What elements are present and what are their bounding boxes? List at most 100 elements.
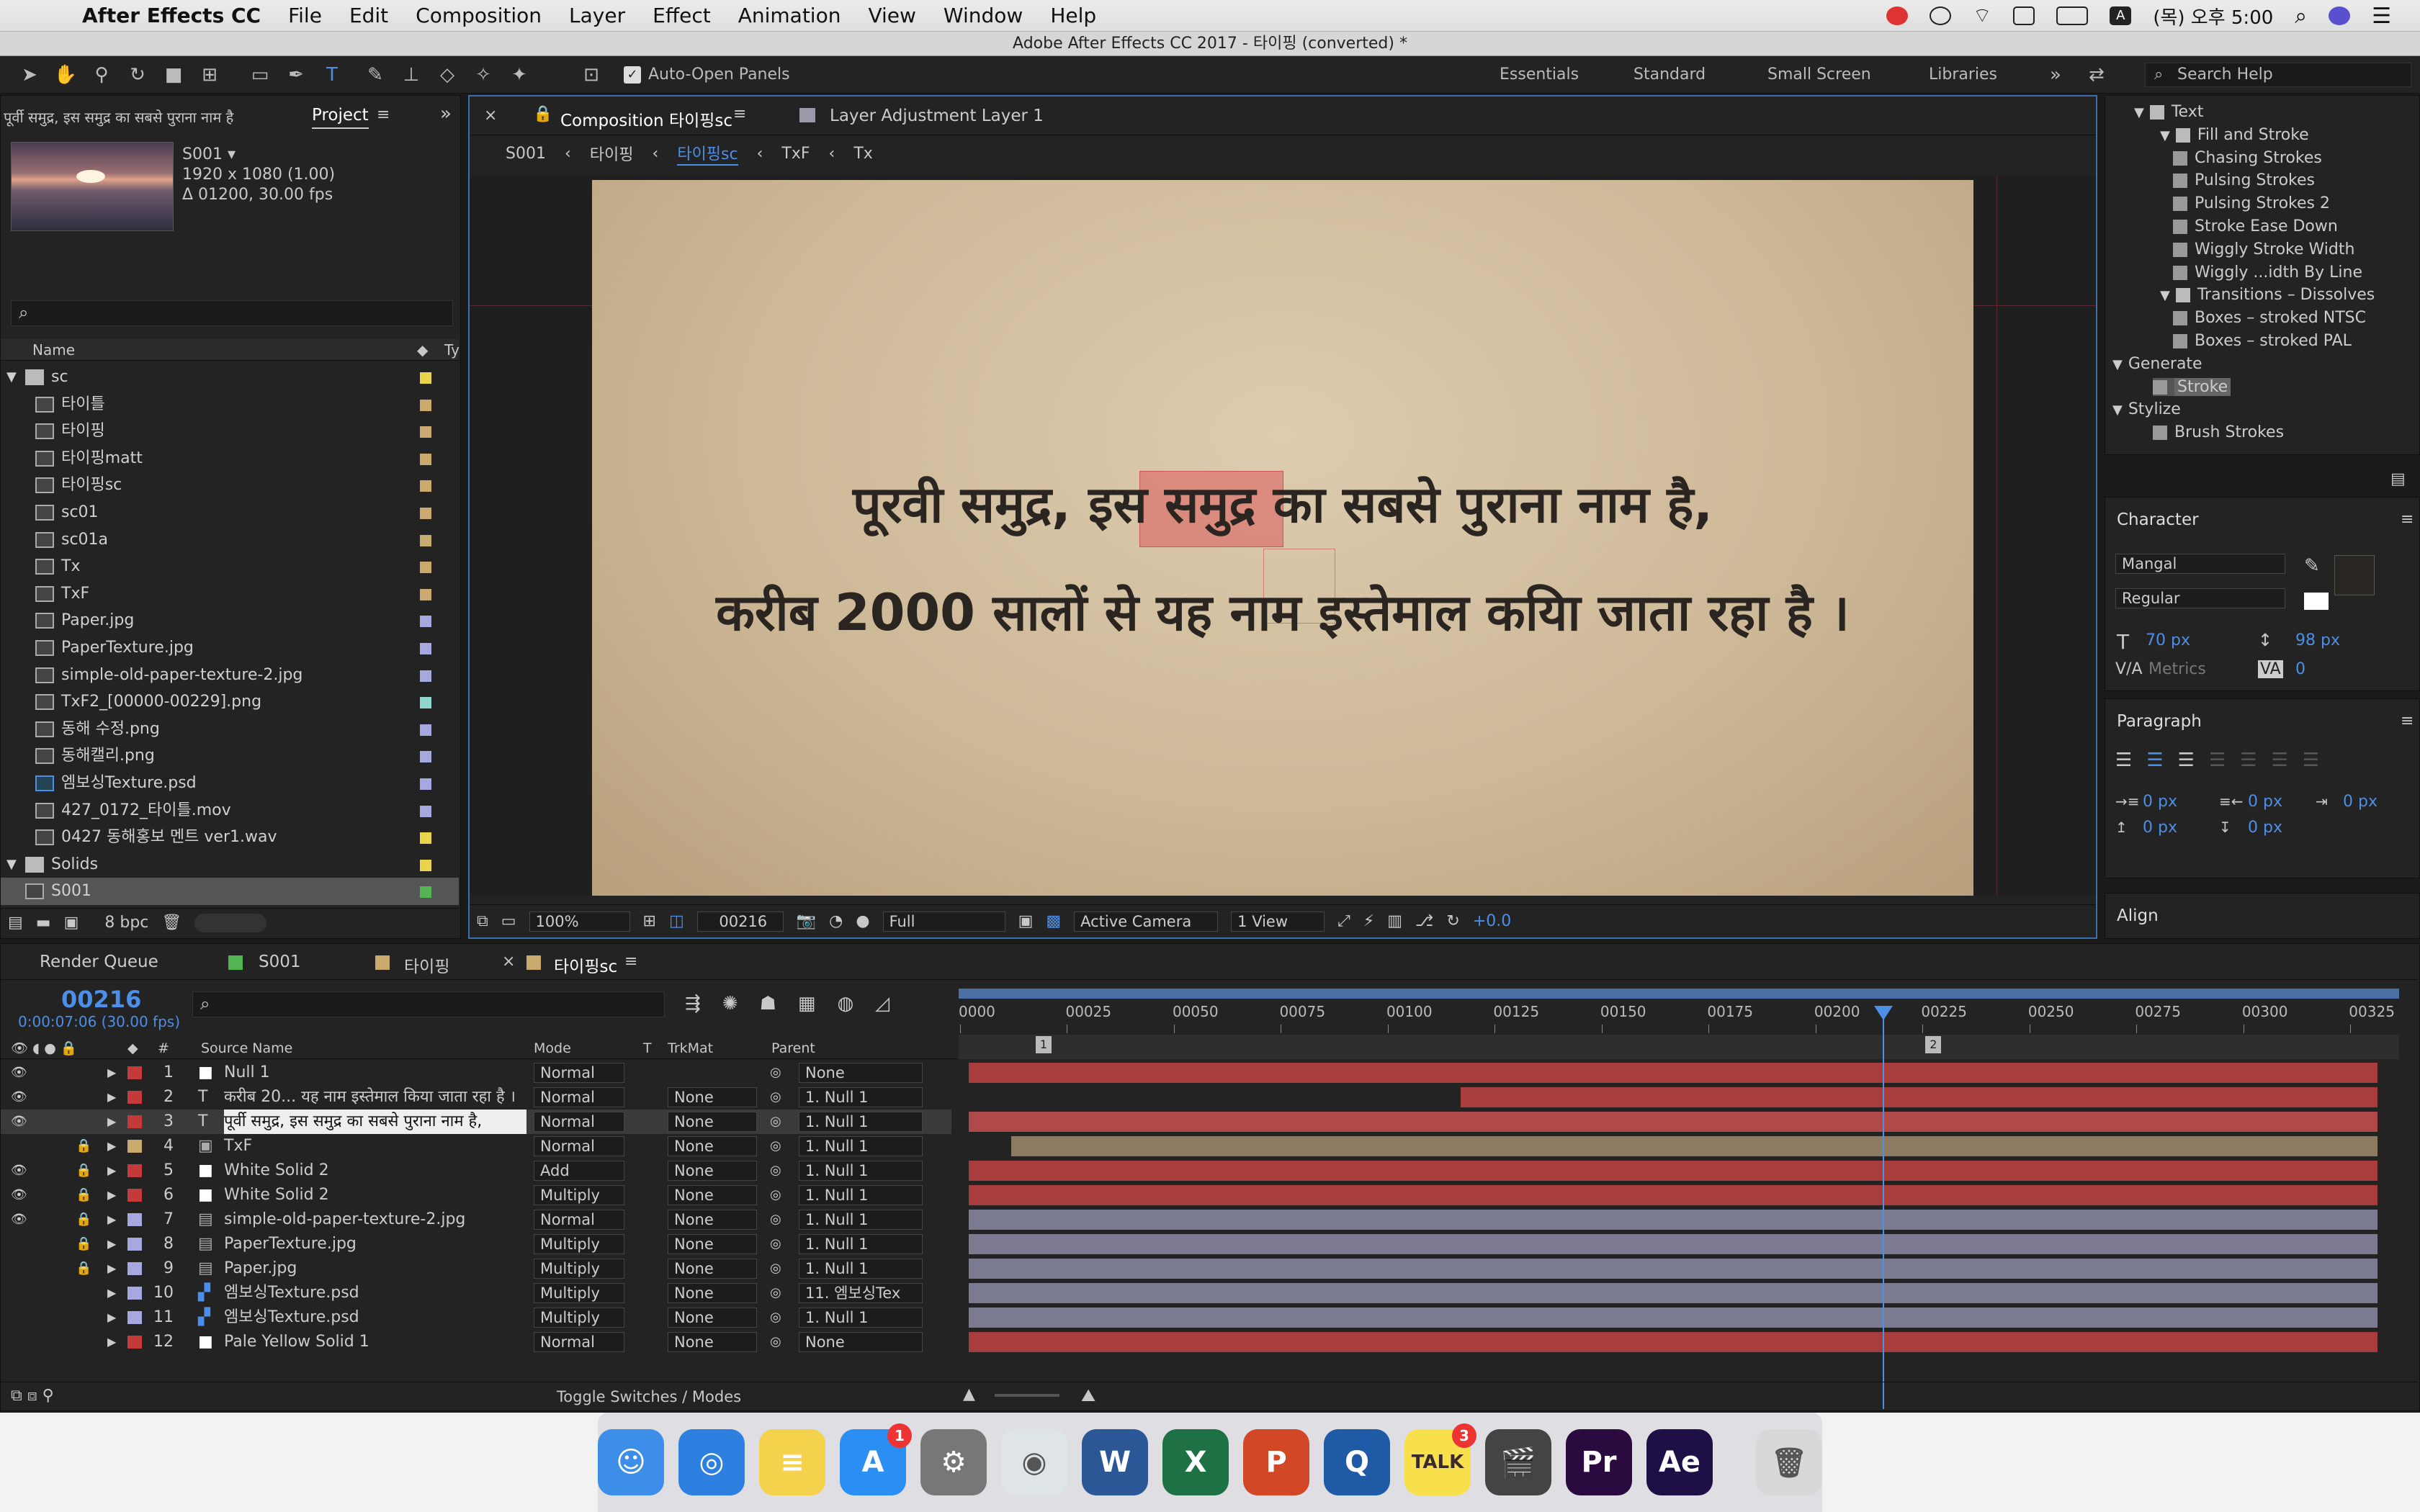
project-item[interactable]: 타이핑matt <box>1 445 459 472</box>
visibility-eye-icon[interactable]: 👁 <box>11 1207 27 1232</box>
new-folder-icon[interactable]: ▬ <box>36 914 51 932</box>
column-t[interactable]: T <box>643 1038 652 1059</box>
close-tab-icon[interactable]: × <box>502 953 515 971</box>
expand-triangle-icon[interactable]: ▶ <box>107 1183 116 1207</box>
new-preset-icon[interactable]: ▤ <box>2390 470 2406 488</box>
work-area-bar[interactable] <box>959 989 2399 999</box>
tab-typing[interactable]: 타이핑 <box>404 953 449 977</box>
layer-row[interactable]: 👁 ▶ 1 ■ Null 1 Normal ◎ None <box>1 1061 951 1085</box>
monitor-icon[interactable]: ▭ <box>501 912 516 930</box>
label-color-swatch[interactable] <box>420 643 431 654</box>
parent-dropdown[interactable]: 1. Null 1 <box>799 1234 923 1254</box>
parent-dropdown[interactable]: 1. Null 1 <box>799 1161 923 1181</box>
blend-mode-dropdown[interactable]: Normal <box>534 1112 624 1132</box>
project-item[interactable]: 타이핑sc <box>1 472 459 499</box>
playhead-handle-icon[interactable] <box>1873 1006 1893 1020</box>
justify-last-left-icon[interactable]: ☰ <box>2209 750 2226 771</box>
parent-dropdown[interactable]: 1. Null 1 <box>799 1259 923 1279</box>
label-column-icon[interactable]: ◆ <box>127 1038 138 1059</box>
mask-visibility-icon[interactable]: ◫ <box>669 912 684 930</box>
parent-dropdown[interactable]: 1. Null 1 <box>799 1087 923 1107</box>
project-item[interactable]: simple-old-paper-texture-2.jpg <box>1 662 459 689</box>
lock-icon[interactable]: 🔒 <box>76 1134 91 1158</box>
brush-tool-icon[interactable]: ✎ <box>364 64 386 86</box>
word-icon[interactable]: W <box>1082 1429 1148 1495</box>
auto-open-panels[interactable]: ✓ Auto-Open Panels <box>624 66 790 84</box>
layer-row[interactable]: 👁 🔒 ▶ 6 ■ White Solid 2 Multiply None ◎ 1. Null 1 <box>1 1183 951 1207</box>
zoom-dropdown[interactable]: 100% <box>529 911 630 932</box>
space-after-value[interactable]: 0 px <box>2248 819 2282 837</box>
trkmat-dropdown[interactable]: None <box>668 1332 757 1352</box>
project-item[interactable]: 동해캘리.png <box>1 742 459 770</box>
column-type[interactable]: Ty <box>444 339 460 361</box>
region-of-interest-icon[interactable]: ▣ <box>1018 912 1034 930</box>
effects-item[interactable]: Wiggly ...idth By Line <box>2173 264 2362 282</box>
interpret-footage-icon[interactable]: ▤ <box>8 914 23 932</box>
pick-whip-icon[interactable]: ◎ <box>770 1207 781 1232</box>
label-color-swatch[interactable] <box>420 480 431 492</box>
type-tool-icon[interactable]: T <box>321 64 343 86</box>
menu-app[interactable]: After Effects CC <box>82 4 261 27</box>
trkmat-dropdown[interactable]: None <box>668 1234 757 1254</box>
trash-icon[interactable]: 🗑 <box>161 914 182 932</box>
layer-source-name[interactable]: पूर्वी समुद्र, इस समुद्र का सबसे पुराना … <box>224 1110 526 1134</box>
tab-typing-sc[interactable]: 타이핑sc <box>554 953 617 977</box>
layer-duration-bar[interactable] <box>969 1259 2378 1279</box>
blend-mode-dropdown[interactable]: Normal <box>534 1063 624 1083</box>
layer-source-name[interactable]: 엠보싱Texture.psd <box>224 1281 526 1305</box>
system-preferences-icon[interactable]: ⚙ <box>920 1429 987 1495</box>
parent-dropdown[interactable]: None <box>799 1332 923 1352</box>
layer-duration-bar[interactable] <box>969 1332 2378 1352</box>
blend-mode-dropdown[interactable]: Multiply <box>534 1185 624 1205</box>
zoom-out-icon[interactable]: ▲ <box>963 1385 975 1403</box>
expand-triangle-icon[interactable]: ▶ <box>107 1110 116 1134</box>
indent-left-value[interactable]: 0 px <box>2143 793 2177 811</box>
project-item[interactable]: sc01 <box>1 499 459 526</box>
blend-mode-dropdown[interactable]: Normal <box>534 1087 624 1107</box>
time-ruler[interactable]: 0000 00025 00050 00075 00100 00125 00150 00175 0… <box>959 1000 2399 1035</box>
justify-all-icon[interactable]: ☰ <box>2303 750 2319 771</box>
disclosure-triangle-icon[interactable]: ▼ <box>2112 357 2123 372</box>
pick-whip-icon[interactable]: ◎ <box>770 1305 781 1330</box>
layer-duration-bar[interactable] <box>969 1308 2378 1328</box>
breadcrumb-typing[interactable]: 타이핑 <box>590 142 634 165</box>
label-color-swatch[interactable] <box>420 588 431 600</box>
workspace-libraries[interactable]: Libraries <box>1929 56 1997 94</box>
puppet-pin-tool-icon[interactable]: ✦ <box>508 64 530 86</box>
project-item[interactable]: 타이핑 <box>1 418 459 445</box>
pick-whip-icon[interactable]: ◎ <box>770 1134 781 1158</box>
panel-menu-icon[interactable]: ≡ <box>377 106 390 124</box>
expand-triangle-icon[interactable]: ▶ <box>107 1085 116 1110</box>
project-search-input[interactable]: ⌕ <box>11 300 453 326</box>
column-mode[interactable]: Mode <box>534 1038 571 1059</box>
panel-menu-icon[interactable]: ≡ <box>2401 510 2414 528</box>
transparency-grid-icon[interactable]: ▩ <box>1046 912 1061 930</box>
fast-preview-icon[interactable]: ⚡ <box>1363 912 1374 930</box>
timeline-current-time[interactable]: 00216 <box>61 986 141 1013</box>
layer-duration-bar[interactable] <box>969 1283 2378 1303</box>
visibility-eye-icon[interactable]: 👁 <box>11 1085 27 1110</box>
kakaotalk-icon[interactable]: TALK 3 <box>1404 1423 1476 1495</box>
tab-layer[interactable]: Layer Adjustment Layer 1 <box>830 107 1044 125</box>
justify-last-right-icon[interactable]: ☰ <box>2272 750 2288 771</box>
column-source-name[interactable]: Source Name <box>201 1038 292 1059</box>
label-color-swatch[interactable] <box>420 832 431 845</box>
expand-triangle-icon[interactable]: ▶ <box>107 1158 116 1183</box>
expand-triangle-icon[interactable]: ▶ <box>107 1281 116 1305</box>
record-icon[interactable] <box>1886 6 1908 25</box>
playhead[interactable] <box>1873 1006 1893 1409</box>
layer-duration-bar[interactable] <box>969 1063 2378 1083</box>
graph-editor-icon[interactable]: ◿ <box>875 993 889 1014</box>
blend-mode-dropdown[interactable]: Normal <box>534 1210 624 1230</box>
visibility-eye-icon[interactable]: 👁 <box>11 1158 27 1183</box>
draft-3d-icon[interactable]: ✺ <box>722 993 738 1014</box>
layer-row[interactable]: 👁 ▶ 2 T करीब 20... यह नाम इस्तेमाल किया जाता… <box>1 1085 951 1110</box>
pick-whip-icon[interactable]: ◎ <box>770 1085 781 1110</box>
workspace-standard[interactable]: Standard <box>1634 56 1706 94</box>
layer-source-name[interactable]: Pale Yellow Solid 1 <box>224 1330 526 1354</box>
layer-label-swatch[interactable] <box>127 1287 142 1300</box>
blend-mode-dropdown[interactable]: Multiply <box>534 1259 624 1279</box>
siri-icon[interactable] <box>2329 6 2351 25</box>
eraser-tool-icon[interactable]: ◇ <box>436 64 458 86</box>
fill-color-swatch[interactable] <box>2334 555 2375 595</box>
